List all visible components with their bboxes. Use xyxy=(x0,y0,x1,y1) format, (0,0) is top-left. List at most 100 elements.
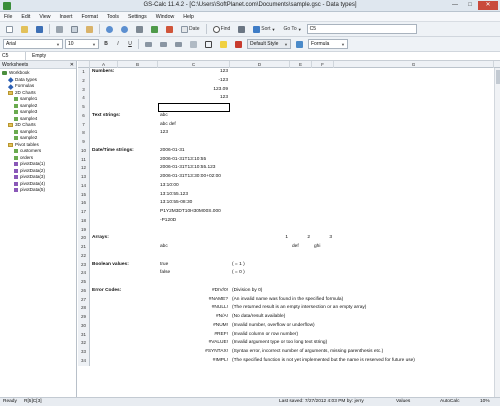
menu-settings[interactable]: Settings xyxy=(128,14,147,20)
cell-c32[interactable]: #VALUE! xyxy=(158,339,228,348)
cell-format-button[interactable] xyxy=(293,39,306,50)
merge-button[interactable] xyxy=(187,39,200,50)
cell-d26[interactable]: (Division by 0) xyxy=(232,287,262,296)
row-header[interactable]: 22 xyxy=(78,251,90,261)
cell-c6[interactable]: abc xyxy=(160,112,168,121)
menu-edit[interactable]: Edit xyxy=(21,14,30,20)
row-header[interactable]: 10 xyxy=(78,146,90,156)
row-header[interactable]: 19 xyxy=(78,225,90,235)
cell-c30[interactable]: #NUM! xyxy=(158,322,228,331)
row-header[interactable]: 9 xyxy=(78,138,90,147)
font-select[interactable]: Arial ▼ xyxy=(3,39,63,49)
cell-d23[interactable]: ( = 1 ) xyxy=(232,261,245,270)
menu-insert[interactable]: Insert xyxy=(59,14,72,20)
underline-button[interactable]: U xyxy=(125,39,135,50)
cell-a6[interactable]: Text strings: xyxy=(92,112,120,121)
borders-button[interactable] xyxy=(202,39,215,50)
menu-help[interactable]: Help xyxy=(183,14,194,20)
bold-button[interactable]: B xyxy=(101,39,111,50)
align-right-button[interactable] xyxy=(172,39,185,50)
menu-view[interactable]: View xyxy=(39,14,50,20)
cell-d30[interactable]: (Invalid number, overflow or underflow) xyxy=(232,322,315,331)
chart-button[interactable] xyxy=(163,24,176,35)
column-header-e[interactable]: E xyxy=(290,61,312,68)
cell-d27[interactable]: (An invalid name was found in the specif… xyxy=(232,296,343,305)
row-header[interactable]: 8 xyxy=(78,129,90,138)
row-header[interactable]: 2 xyxy=(78,76,90,86)
cell-c3[interactable]: 123.09 xyxy=(158,86,228,95)
cell-f20[interactable]: 3 xyxy=(312,234,332,243)
column-header-g[interactable]: G xyxy=(334,61,494,68)
column-header-f[interactable]: F xyxy=(312,61,334,68)
row-header[interactable]: 3 xyxy=(78,85,90,95)
date-button[interactable]: Date xyxy=(178,24,203,35)
cell-c10[interactable]: 2006-01-31 xyxy=(160,147,185,156)
cell-c15[interactable]: 13:10:55.123 xyxy=(160,191,188,200)
cell-c2[interactable]: -123 xyxy=(158,77,228,86)
row-header[interactable]: 32 xyxy=(78,339,90,348)
cell-c11[interactable]: 2006-01-31T13:10:55 xyxy=(160,156,206,165)
cell-d34[interactable]: (The specified function is not yet imple… xyxy=(232,357,415,366)
row-header[interactable]: 17 xyxy=(78,208,90,217)
menu-tools[interactable]: Tools xyxy=(107,14,119,20)
row-header[interactable]: 30 xyxy=(78,321,90,331)
menu-format[interactable]: Format xyxy=(81,14,97,20)
vertical-scrollbar[interactable] xyxy=(494,61,500,397)
align-left-button[interactable] xyxy=(142,39,155,50)
find-button[interactable]: Find xyxy=(210,24,234,35)
cell-d28[interactable]: (The returned result is an empty interse… xyxy=(232,304,366,313)
column-header-a[interactable]: A xyxy=(90,61,118,68)
row-header[interactable]: 16 xyxy=(78,199,90,208)
tree-item[interactable]: pivotData(5) xyxy=(0,187,76,194)
italic-button[interactable]: I xyxy=(113,39,123,50)
row-header[interactable]: 4 xyxy=(78,94,90,103)
open-button[interactable] xyxy=(18,24,31,35)
row-header[interactable]: 5 xyxy=(78,103,90,112)
cell-c8[interactable]: 123 xyxy=(160,129,168,138)
menu-window[interactable]: Window xyxy=(156,14,174,20)
cell-c23[interactable]: true xyxy=(160,261,168,270)
spreadsheet-grid[interactable]: A B C D E F G 1 2 3 4 5 6 7 8 9 10 11 12 13 14 15 16 17 18 19 20 21… xyxy=(78,61,500,397)
menu-file[interactable]: File xyxy=(4,14,12,20)
redo-button[interactable] xyxy=(118,24,131,35)
cell-f21[interactable]: ghi xyxy=(314,243,320,252)
formula-select[interactable]: Formula ▼ xyxy=(308,39,348,49)
fill-color-button[interactable] xyxy=(217,39,230,50)
row-header[interactable]: 31 xyxy=(78,330,90,340)
cell-c18[interactable]: -P120D xyxy=(160,217,176,226)
cell-a26[interactable]: Error Codes: xyxy=(92,287,121,296)
save-button[interactable] xyxy=(33,24,46,35)
cell-c34[interactable]: #IMPL! xyxy=(158,357,228,366)
cut-button[interactable] xyxy=(53,24,66,35)
cell-a1[interactable]: Numbers: xyxy=(92,68,114,77)
row-header[interactable]: 27 xyxy=(78,295,90,305)
cell-e20[interactable]: 2 xyxy=(290,234,310,243)
cell-c12[interactable]: 2006-01-31T13:10:55.123 xyxy=(160,164,215,173)
font-color-button[interactable] xyxy=(232,39,245,50)
row-header[interactable]: 11 xyxy=(78,155,90,165)
close-icon[interactable]: ✕ xyxy=(70,61,74,68)
row-header[interactable]: 18 xyxy=(78,216,90,226)
row-header[interactable]: 14 xyxy=(78,181,90,191)
selected-cell[interactable] xyxy=(158,103,230,112)
cell-c27[interactable]: #NAME? xyxy=(158,296,228,305)
print-button[interactable] xyxy=(133,24,146,35)
row-header[interactable]: 29 xyxy=(78,313,90,322)
cell-c33[interactable]: #SYNTAX! xyxy=(158,348,228,357)
copy-button[interactable] xyxy=(68,24,81,35)
cell-c21[interactable]: abc xyxy=(160,243,168,252)
new-button[interactable] xyxy=(3,24,16,35)
cell-c29[interactable]: #N/A! xyxy=(158,313,228,322)
filter-button[interactable] xyxy=(235,24,248,35)
cell-c13[interactable]: 2006-01-31T13:30:00+02:00 xyxy=(160,173,221,182)
row-header[interactable]: 26 xyxy=(78,286,90,296)
cell-a10[interactable]: Date/Time strings: xyxy=(92,147,134,156)
style-select[interactable]: Default Style ▼ xyxy=(247,39,291,49)
font-size-select[interactable]: 10 ▼ xyxy=(65,39,99,49)
cell-c26[interactable]: #DIV/0! xyxy=(158,287,228,296)
row-header[interactable]: 1 xyxy=(78,68,90,77)
cell-d20[interactable]: 1 xyxy=(230,234,288,243)
row-header[interactable]: 6 xyxy=(78,111,90,121)
insert-function-button[interactable] xyxy=(148,24,161,35)
row-header[interactable]: 20 xyxy=(78,234,90,243)
